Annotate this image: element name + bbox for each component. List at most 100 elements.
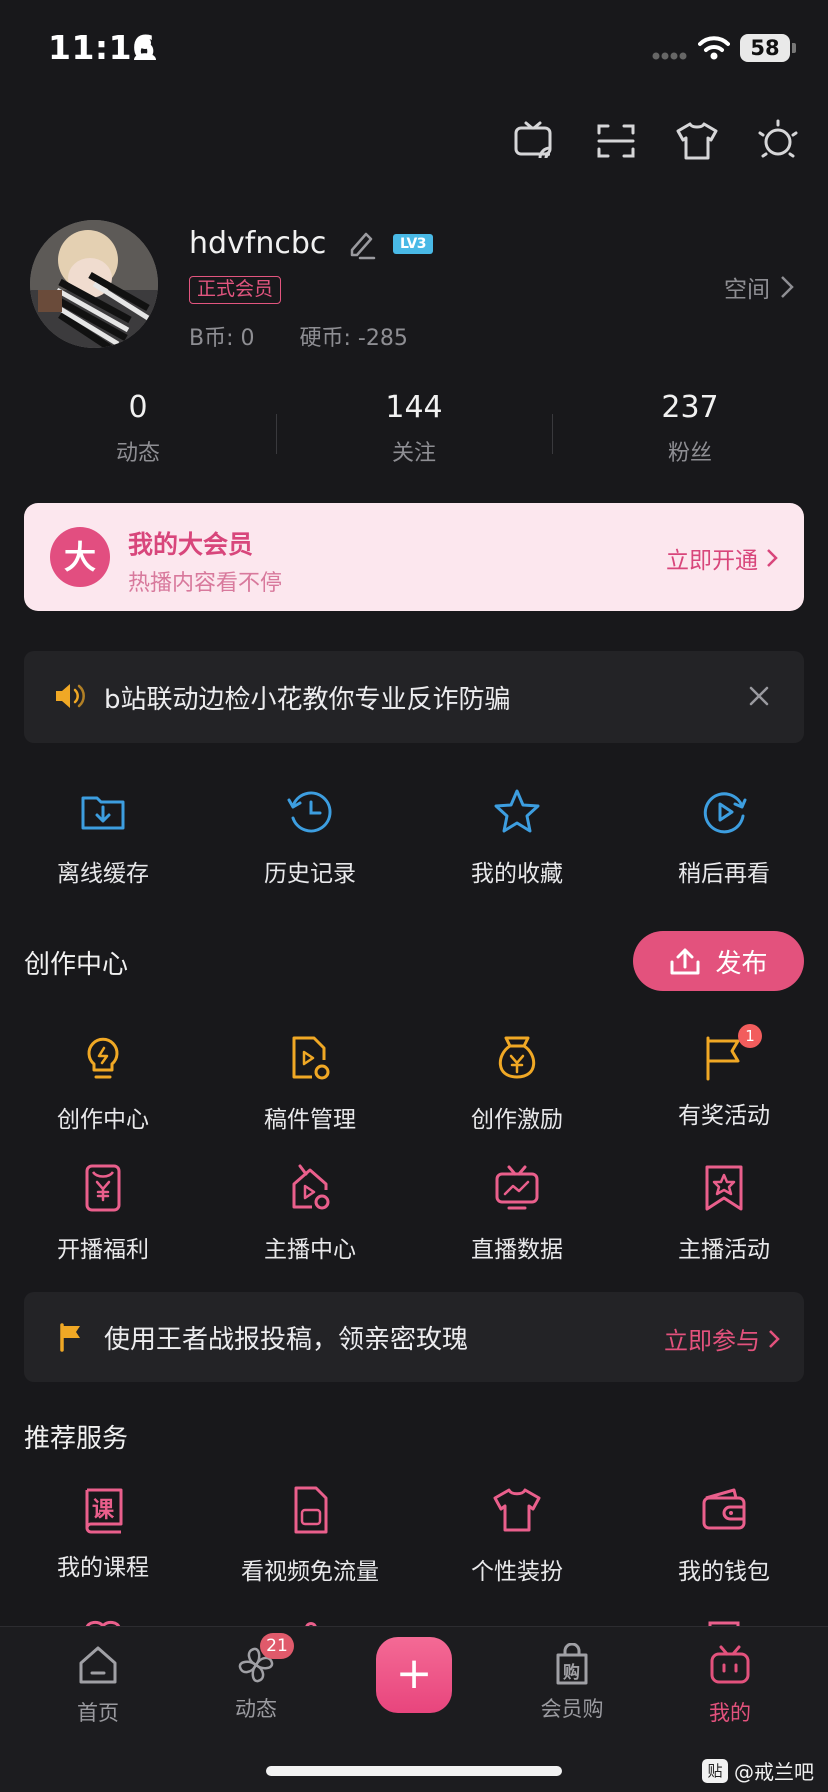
coupon-yen-icon	[85, 1164, 121, 1212]
live-data-tv-icon	[495, 1165, 539, 1210]
edit-pencil-icon[interactable]	[346, 228, 376, 260]
signal-dots-icon	[652, 52, 687, 60]
streamer-home-icon	[292, 1164, 330, 1210]
stat-following[interactable]: 144 关注	[276, 390, 552, 480]
quick-offline-cache[interactable]: 离线缓存	[0, 786, 206, 888]
creator-item-label: 直播数据	[471, 1237, 563, 1263]
theme-sun-icon[interactable]	[755, 118, 801, 164]
vip-open-button[interactable]: 立即开通	[666, 541, 778, 575]
publish-label: 发布	[715, 948, 768, 979]
promo-text: 使用王者战报投稿，领亲密玫瑰	[104, 1325, 469, 1355]
publish-button[interactable]: 发布	[633, 931, 804, 991]
close-icon[interactable]	[748, 685, 770, 707]
dynamics-badge: 21	[260, 1633, 294, 1659]
watermark: 贴 @戒兰吧	[702, 1756, 814, 1785]
promo-flag-icon	[60, 1323, 80, 1352]
chevron-right-icon	[781, 276, 794, 298]
stat-label: 粉丝	[667, 441, 712, 466]
promo-join-button[interactable]: 立即参与	[664, 1321, 780, 1356]
b-coin-balance: B币: 0	[189, 326, 255, 351]
stat-followers[interactable]: 237 粉丝	[552, 390, 828, 480]
coin-balance: 硬币: -285	[299, 326, 408, 351]
tab-label: 动态	[235, 1697, 277, 1721]
promo-join-label: 立即参与	[664, 1327, 760, 1355]
vip-logo-icon: 大	[50, 527, 110, 587]
stat-value: 0	[128, 390, 148, 425]
tab-dynamics[interactable]: 21 动态	[196, 1633, 316, 1723]
creator-live-data[interactable]: 直播数据	[414, 1162, 620, 1264]
stat-dynamics[interactable]: 0 动态	[0, 390, 276, 480]
star-icon	[494, 789, 540, 833]
avatar[interactable]	[30, 220, 158, 348]
publish-plus-button[interactable]: +	[376, 1637, 452, 1713]
lightbulb-icon	[87, 1037, 119, 1079]
creator-stream-benefits[interactable]: 开播福利	[0, 1162, 206, 1264]
creator-streamer-events[interactable]: 主播活动	[621, 1162, 827, 1264]
notice-banner[interactable]: b站联动边检小花教你专业反诈防骗	[24, 651, 804, 743]
stats-row: 0 动态 144 关注 237 粉丝	[0, 390, 828, 480]
upload-icon	[670, 948, 700, 975]
divider	[276, 414, 277, 454]
quick-favorites[interactable]: 我的收藏	[414, 786, 620, 888]
pinwheel-icon-wrap: 21	[234, 1633, 294, 1687]
tab-member-shop[interactable]: 购 会员购	[512, 1642, 632, 1723]
battery-nub	[792, 43, 796, 53]
service-free-data[interactable]: 看视频免流量	[207, 1484, 413, 1586]
coin-info: B币: 0 硬币: -285	[189, 320, 446, 352]
cast-tv-icon[interactable]	[512, 118, 558, 164]
watch-later-icon	[703, 792, 747, 834]
creator-incentive[interactable]: 创作激励	[414, 1032, 620, 1134]
creator-center[interactable]: 创作中心	[0, 1032, 206, 1134]
service-label: 我的钱包	[678, 1559, 770, 1585]
chevron-right-icon	[769, 1329, 780, 1348]
creator-manuscripts[interactable]: 稿件管理	[207, 1032, 413, 1134]
stat-label: 动态	[115, 441, 160, 466]
promo-banner[interactable]: 使用王者战报投稿，领亲密玫瑰 立即参与	[24, 1292, 804, 1382]
service-label: 看视频免流量	[241, 1559, 379, 1585]
quick-link-label: 离线缓存	[57, 861, 149, 887]
creator-streamer-center[interactable]: 主播中心	[207, 1162, 413, 1264]
creator-item-label: 开播福利	[57, 1237, 149, 1263]
space-link[interactable]: 空间	[724, 270, 794, 304]
vip-open-label: 立即开通	[666, 548, 758, 574]
wifi-icon	[698, 36, 730, 60]
watermark-text: @戒兰吧	[734, 1760, 814, 1784]
notification-badge: 1	[738, 1024, 762, 1048]
flag-icon-wrap: 1	[698, 1024, 762, 1084]
speaker-icon	[56, 684, 85, 708]
username: hdvfncbc	[189, 226, 327, 261]
shopping-bag-icon: 购	[550, 1642, 594, 1687]
service-my-courses[interactable]: 课 我的课程	[0, 1484, 206, 1582]
shop-glyph: 购	[563, 1663, 580, 1683]
tshirt-icon	[493, 1488, 541, 1532]
vip-card-subtitle: 热播内容看不停	[128, 571, 283, 596]
stat-value: 144	[385, 390, 443, 425]
creator-reward-events[interactable]: 1 有奖活动	[621, 1024, 827, 1130]
quick-watch-later[interactable]: 稍后再看	[621, 786, 827, 888]
tab-home[interactable]: 首页	[38, 1643, 158, 1727]
vip-card[interactable]: 大 我的大会员 热播内容看不停 立即开通	[24, 503, 804, 611]
person-icon	[134, 37, 156, 60]
tshirt-dressup-icon[interactable]	[674, 118, 720, 164]
sim-card-icon	[294, 1486, 328, 1534]
battery-indicator: 58	[740, 34, 790, 62]
home-indicator[interactable]	[266, 1766, 562, 1776]
level-badge: LV3	[393, 234, 433, 254]
service-dress-up[interactable]: 个性装扮	[414, 1484, 620, 1586]
tab-label: 我的	[709, 1701, 751, 1725]
tab-label: 首页	[77, 1701, 119, 1725]
scan-icon[interactable]	[593, 118, 639, 164]
stat-label: 关注	[391, 441, 436, 466]
tab-mine[interactable]: 我的	[670, 1643, 790, 1727]
service-wallet[interactable]: 我的钱包	[621, 1484, 827, 1586]
creator-item-label: 有奖活动	[678, 1103, 770, 1129]
creator-item-label: 主播中心	[264, 1237, 356, 1263]
creator-item-label: 主播活动	[678, 1237, 770, 1263]
quick-history[interactable]: 历史记录	[207, 786, 413, 888]
creator-section-title: 创作中心	[24, 950, 129, 980]
services-section-title: 推荐服务	[24, 1424, 129, 1454]
watermark-logo: 贴	[702, 1758, 728, 1783]
course-book-icon: 课	[77, 1484, 129, 1536]
vip-card-title: 我的大会员	[128, 530, 254, 559]
quick-link-label: 我的收藏	[471, 861, 563, 887]
